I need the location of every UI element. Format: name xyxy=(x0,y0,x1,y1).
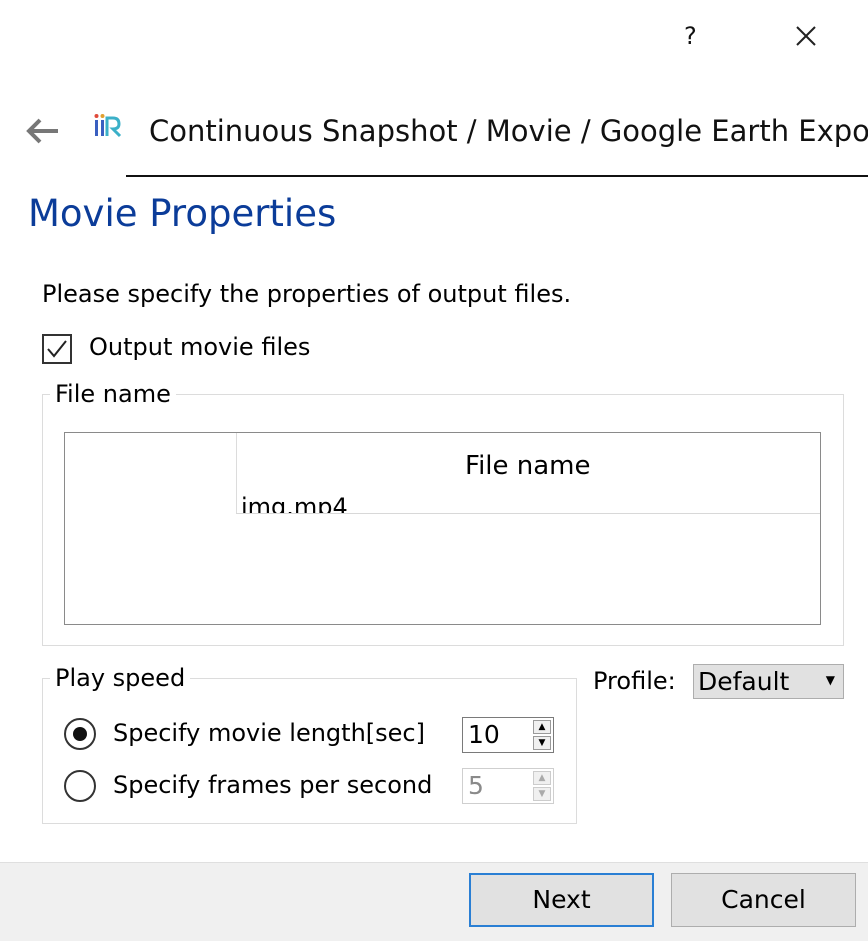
increment-button[interactable]: ▲ xyxy=(533,771,551,785)
wizard-title: Continuous Snapshot / Movie / Google Ear… xyxy=(149,114,868,148)
page-description: Please specify the properties of output … xyxy=(42,280,572,308)
frames-per-second-value[interactable]: 5 xyxy=(468,771,484,800)
movie-length-radio[interactable] xyxy=(64,718,96,750)
table-column-header[interactable]: File name xyxy=(465,451,591,481)
table-column-divider xyxy=(236,433,237,513)
chevron-down-icon: ▼ xyxy=(825,673,835,687)
table-row[interactable]: img.mp4 xyxy=(241,491,348,513)
iric-logo-icon xyxy=(92,112,126,142)
movie-length-value[interactable]: 10 xyxy=(468,720,500,749)
help-button[interactable]: ? xyxy=(684,24,697,48)
file-name-table[interactable]: File name img.mp4 xyxy=(64,432,821,625)
profile-dropdown[interactable]: Default ▼ xyxy=(693,664,844,699)
output-movie-checkbox[interactable] xyxy=(42,334,72,364)
movie-length-label[interactable]: Specify movie length[sec] xyxy=(113,719,425,747)
decrement-button[interactable]: ▼ xyxy=(533,787,551,801)
increment-button[interactable]: ▲ xyxy=(533,720,551,734)
decrement-button[interactable]: ▼ xyxy=(533,736,551,750)
next-button[interactable]: Next xyxy=(469,873,654,927)
radio-selected-dot xyxy=(73,727,87,741)
play-speed-group-title: Play speed xyxy=(50,664,191,692)
header-divider xyxy=(126,175,868,177)
frames-per-second-radio[interactable] xyxy=(64,770,96,802)
cancel-button[interactable]: Cancel xyxy=(671,873,856,927)
movie-length-spinbox[interactable]: 10 ▲ ▼ xyxy=(462,717,554,753)
back-button[interactable] xyxy=(22,114,62,148)
checkmark-icon xyxy=(47,340,67,358)
profile-selected-value: Default xyxy=(698,667,790,696)
page-title: Movie Properties xyxy=(28,192,337,235)
frames-per-second-spinbox[interactable]: 5 ▲ ▼ xyxy=(462,768,554,804)
arrow-left-icon xyxy=(26,118,58,144)
table-row-divider xyxy=(236,513,820,514)
close-button[interactable] xyxy=(790,20,822,52)
output-movie-label[interactable]: Output movie files xyxy=(89,333,310,361)
profile-label: Profile: xyxy=(593,667,676,695)
close-icon xyxy=(796,26,816,46)
frames-per-second-label[interactable]: Specify frames per second xyxy=(113,771,432,799)
file-name-group-title: File name xyxy=(50,380,176,408)
